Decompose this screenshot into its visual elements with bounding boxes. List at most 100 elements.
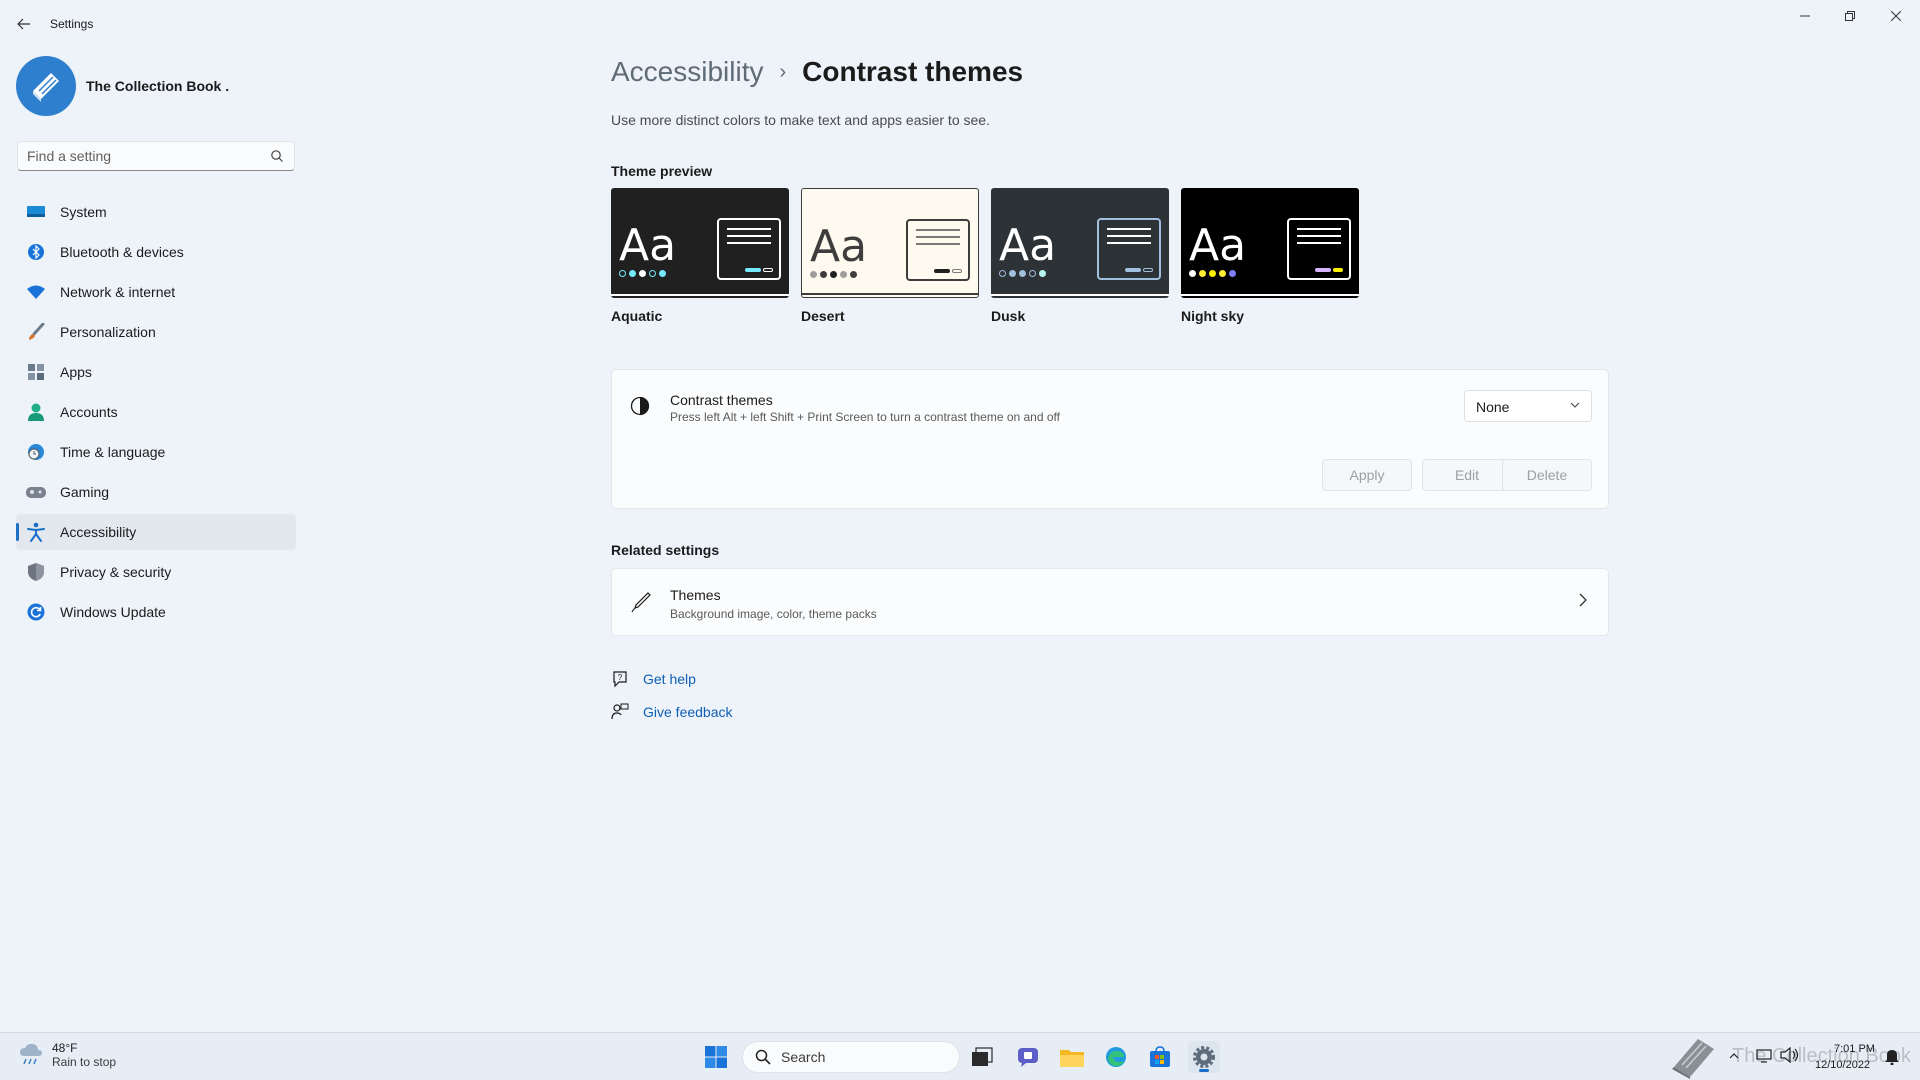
contrast-themes-title: Contrast themes [670,392,773,408]
theme-window-preview [906,219,970,281]
close-icon [1891,11,1901,21]
breadcrumb: Accessibility › Contrast themes [611,56,1023,88]
themes-link-card[interactable]: Themes Background image, color, theme pa… [611,568,1609,636]
sidebar-item-label: Network & internet [60,284,176,300]
sidebar-nav: System Bluetooth & devices Network & int… [16,194,296,634]
apply-button[interactable]: Apply [1322,459,1412,491]
wifi-icon [26,282,46,302]
sidebar-item-accessibility[interactable]: Accessibility [16,514,296,550]
feedback-icon [611,703,629,720]
dropdown-value: None [1476,399,1510,415]
weather-condition: Rain to stop [52,1055,117,1069]
breadcrumb-parent[interactable]: Accessibility [611,56,763,88]
search-icon [271,150,283,162]
edit-button[interactable]: Edit [1422,459,1512,491]
get-help-link[interactable]: ? Get help [611,670,696,688]
minimize-icon [1800,15,1810,17]
notification-bell-icon[interactable] [1884,1047,1900,1065]
folder-icon [1060,1050,1084,1067]
theme-name: Aquatic [611,308,663,324]
rain-cloud-icon [20,1043,42,1065]
sidebar-item-accounts[interactable]: Accounts [16,394,296,430]
sidebar-item-label: Accessibility [60,524,137,540]
clock-time[interactable]: 7:01 PM [1834,1043,1875,1055]
store-icon [1150,1046,1170,1067]
related-settings-heading: Related settings [611,542,720,558]
theme-preview-card: Aa [801,188,979,298]
sidebar-item-privacy[interactable]: Privacy & security [16,554,296,590]
theme-dusk[interactable]: Aa Dusk [991,188,1169,324]
settings-app-button[interactable] [1188,1041,1220,1073]
chevron-up-icon[interactable] [1729,1051,1739,1061]
gamepad-icon [26,482,46,502]
theme-sample-text: Aa [999,220,1057,271]
search-box[interactable] [17,141,295,171]
teams-chat-button[interactable] [1012,1041,1044,1073]
theme-desert[interactable]: Aa Desert [801,188,979,324]
theme-color-dots [810,271,860,278]
book-watermark-icon [1672,1039,1714,1079]
sidebar-item-network[interactable]: Network & internet [16,274,296,310]
clock-date[interactable]: 12/10/2022 [1815,1059,1870,1071]
sidebar-item-apps[interactable]: Apps [16,354,296,390]
sidebar-item-label: Bluetooth & devices [60,244,184,260]
pen-brush-icon [631,592,651,613]
sidebar-item-label: Gaming [60,484,110,500]
shield-icon [26,562,46,582]
network-icon[interactable] [1756,1047,1774,1063]
page-title: Contrast themes [802,56,1024,87]
weather-widget[interactable]: 48°F Rain to stop [18,1041,116,1069]
task-view-button[interactable] [966,1041,998,1073]
restore-button[interactable] [1827,0,1873,32]
sidebar-item-bluetooth[interactable]: Bluetooth & devices [16,234,296,270]
sidebar-item-time-language[interactable]: Time & language [16,434,296,470]
restore-icon [1845,11,1855,21]
theme-color-dots [1189,270,1239,277]
monitor-icon [26,202,46,222]
themes-link-subtitle: Background image, color, theme packs [670,607,877,621]
help-chat-icon: ? [613,671,627,688]
back-button[interactable] [12,12,36,36]
theme-night-sky[interactable]: Aa Night sky [1181,188,1359,324]
chevron-right-icon [1579,593,1587,607]
search-input[interactable] [18,142,257,170]
taskbar: 48°F Rain to stop Search The Collection … [0,1032,1920,1080]
bluetooth-icon [26,242,46,262]
profile-section[interactable]: The Collection Book . [16,56,229,116]
edge-browser-button[interactable] [1100,1041,1132,1073]
minimize-button[interactable] [1782,0,1828,32]
give-feedback-link[interactable]: Give feedback [611,703,733,721]
microsoft-store-button[interactable] [1144,1041,1176,1073]
sidebar-item-windows-update[interactable]: Windows Update [16,594,296,630]
theme-color-dots [619,270,669,277]
sidebar-item-personalization[interactable]: Personalization [16,314,296,350]
globe-clock-icon [26,442,46,462]
get-help-label: Get help [643,671,696,687]
sidebar-item-gaming[interactable]: Gaming [16,474,296,510]
theme-color-dots [999,270,1049,277]
close-button[interactable] [1873,0,1919,32]
accessibility-icon [26,522,46,542]
theme-window-preview [1287,218,1351,280]
themes-link-title: Themes [670,587,721,603]
delete-button[interactable]: Delete [1502,459,1592,491]
contrast-themes-card: Contrast themes Press left Alt + left Sh… [611,369,1609,509]
theme-aquatic[interactable]: Aa Aquatic [611,188,789,324]
file-explorer-button[interactable] [1056,1041,1088,1073]
taskbar-search[interactable]: Search [742,1041,960,1073]
title-bar: Settings [0,0,1920,48]
sidebar-item-system[interactable]: System [16,194,296,230]
start-button[interactable] [700,1041,732,1073]
chevron-down-icon [1570,402,1580,408]
volume-icon[interactable] [1780,1047,1800,1063]
gear-icon [1193,1046,1215,1068]
book-icon [33,73,59,102]
sidebar-item-label: Apps [60,364,92,380]
contrast-theme-dropdown[interactable]: None [1464,390,1592,422]
contrast-icon [630,396,650,416]
theme-preview-list: Aa Aquatic Aa Desert Aa Dusk Aa Night sk… [611,188,1371,324]
theme-preview-heading: Theme preview [611,163,713,179]
give-feedback-label: Give feedback [643,704,733,720]
theme-sample-text: Aa [810,221,868,272]
breadcrumb-separator: › [779,60,787,83]
